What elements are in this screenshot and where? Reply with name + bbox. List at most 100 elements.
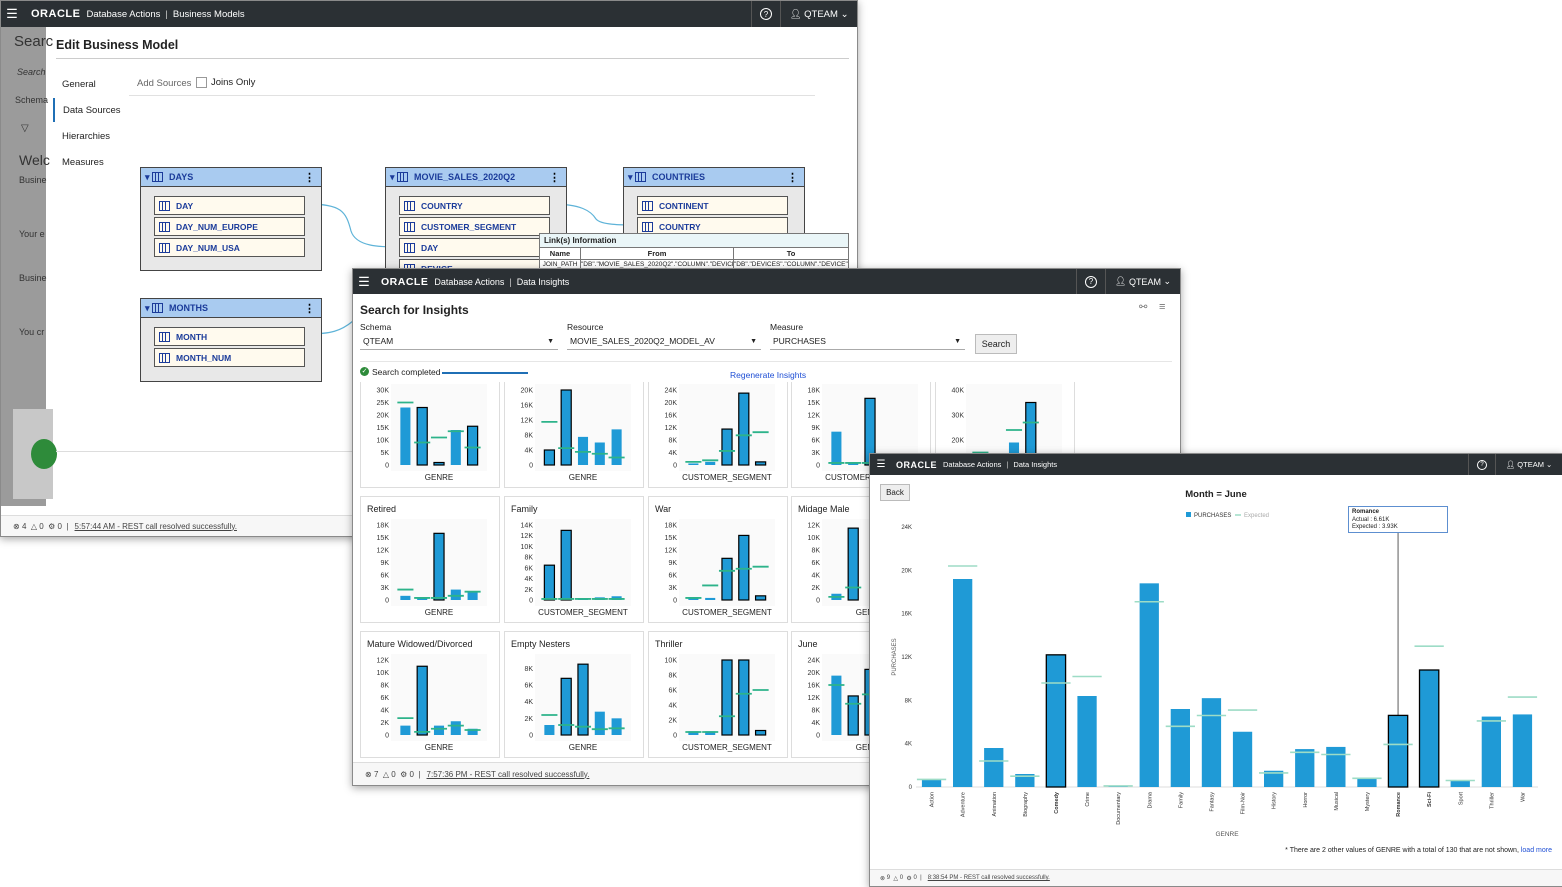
collapse-icon[interactable]: ▾ bbox=[628, 172, 633, 183]
bar[interactable] bbox=[705, 461, 716, 465]
help-button[interactable]: ? bbox=[1468, 454, 1495, 475]
bar[interactable] bbox=[738, 659, 750, 736]
collapse-icon[interactable]: ▾ bbox=[145, 172, 150, 183]
search-button[interactable]: Search bbox=[975, 334, 1017, 354]
bar[interactable] bbox=[416, 406, 428, 466]
bar[interactable] bbox=[400, 725, 411, 735]
bar[interactable] bbox=[984, 748, 1004, 787]
bar[interactable] bbox=[611, 718, 622, 735]
bar[interactable] bbox=[543, 564, 556, 601]
gear-icon[interactable]: ⚙ bbox=[400, 770, 407, 779]
bar[interactable] bbox=[721, 557, 733, 601]
insight-card[interactable]: Thriller 0 2K 4K 6K 8K 10K CUSTOMER_SEGMENT bbox=[648, 631, 788, 758]
bar[interactable] bbox=[847, 695, 859, 736]
collapse-icon[interactable]: ▾ bbox=[145, 303, 150, 314]
insight-card[interactable]: 0 4K 8K 12K 16K 20K 24K CUSTOMER_SEGMENT bbox=[648, 382, 788, 488]
measure-select[interactable]: PURCHASES ▼ bbox=[770, 333, 965, 350]
bar[interactable] bbox=[754, 595, 767, 601]
bar[interactable] bbox=[1387, 714, 1409, 788]
help-button[interactable]: ? bbox=[1076, 269, 1105, 294]
bar[interactable] bbox=[1357, 778, 1377, 787]
insight-card[interactable]: 0 5K 10K 15K 20K 25K 30K GENRE bbox=[360, 382, 500, 488]
bar[interactable] bbox=[738, 534, 750, 601]
bar[interactable] bbox=[754, 729, 767, 736]
status-message[interactable]: 5:57:44 AM - REST call resolved successf… bbox=[75, 522, 237, 531]
error-icon[interactable]: ⊗ bbox=[880, 875, 885, 882]
bar[interactable] bbox=[400, 595, 411, 600]
bar[interactable] bbox=[847, 527, 859, 601]
insight-card[interactable]: Mature Widowed/Divorced 0 2K 4K 6K 8K 10K 12K GE… bbox=[360, 631, 500, 758]
bar[interactable] bbox=[1450, 780, 1470, 788]
bar[interactable] bbox=[577, 663, 589, 736]
bar[interactable] bbox=[1295, 749, 1315, 787]
bar[interactable] bbox=[450, 589, 461, 600]
user-menu[interactable]: 👤︎ QTEAM ⌄ bbox=[1495, 454, 1562, 475]
more-options-icon[interactable]: ⋮ bbox=[304, 171, 315, 184]
bar[interactable] bbox=[831, 431, 842, 465]
more-options-icon[interactable]: ⋮ bbox=[787, 171, 798, 184]
gear-icon[interactable]: ⚙ bbox=[906, 875, 911, 882]
user-menu[interactable]: 👤︎ QTEAM ⌄ bbox=[1105, 269, 1180, 294]
resource-select[interactable]: MOVIE_SALES_2020Q2_MODEL_AV ▼ bbox=[567, 333, 761, 350]
bar[interactable] bbox=[560, 529, 572, 601]
column-day-num-europe[interactable]: DAY_NUM_EUROPE bbox=[154, 217, 305, 236]
bar[interactable] bbox=[467, 591, 478, 600]
bar[interactable] bbox=[705, 597, 716, 600]
column-month[interactable]: MONTH bbox=[154, 327, 305, 346]
bar[interactable] bbox=[544, 725, 555, 735]
status-message[interactable]: 7:57:36 PM - REST call resolved successf… bbox=[427, 770, 590, 779]
bar[interactable] bbox=[1481, 716, 1501, 787]
insight-card[interactable]: Family 0 2K 4K 6K 8K 10K 12K 14K CUSTOMER_SEGMENT bbox=[504, 496, 644, 623]
bar[interactable] bbox=[921, 779, 942, 787]
bar[interactable] bbox=[433, 461, 445, 466]
column-month-num[interactable]: MONTH_NUM bbox=[154, 348, 305, 367]
column-day[interactable]: DAY bbox=[154, 196, 305, 215]
bar[interactable] bbox=[560, 389, 572, 466]
hamburger-menu-icon[interactable]: ☰ bbox=[870, 459, 892, 470]
insight-card[interactable]: Retired 0 3K 6K 9K 12K 15K 18K GENRE bbox=[360, 496, 500, 623]
bar[interactable] bbox=[560, 677, 572, 736]
bar[interactable] bbox=[400, 407, 411, 466]
error-icon[interactable]: ⊗ bbox=[365, 770, 372, 779]
bar[interactable] bbox=[738, 392, 750, 466]
legend-label-purchases[interactable]: PURCHASES bbox=[1194, 513, 1231, 519]
column-day-num-usa[interactable]: DAY_NUM_USA bbox=[154, 238, 305, 257]
gear-icon[interactable]: ⚙ bbox=[48, 522, 55, 531]
column-customer-segment[interactable]: CUSTOMER_SEGMENT bbox=[399, 217, 550, 236]
collapse-icon[interactable]: ▾ bbox=[390, 172, 395, 183]
bar[interactable] bbox=[721, 659, 733, 736]
column-continent[interactable]: CONTINENT bbox=[637, 196, 788, 215]
bar[interactable] bbox=[433, 532, 445, 601]
insight-card[interactable]: Empty Nesters 0 2K 4K 6K 8K GENRE bbox=[504, 631, 644, 758]
bar[interactable] bbox=[1232, 731, 1253, 787]
warning-icon[interactable]: △ bbox=[383, 770, 389, 779]
bar[interactable] bbox=[433, 725, 445, 735]
warning-icon[interactable]: △ bbox=[31, 522, 37, 531]
schema-select[interactable]: QTEAM ▼ bbox=[360, 333, 558, 350]
bar[interactable] bbox=[611, 429, 622, 465]
bar[interactable] bbox=[688, 463, 699, 465]
bar[interactable] bbox=[1418, 669, 1440, 788]
bar[interactable] bbox=[1512, 714, 1533, 787]
more-options-icon[interactable]: ⋮ bbox=[549, 171, 560, 184]
node-days[interactable]: ▾ DAYS ⋮ DAY DAY_NUM_EUROPE DAY_NUM_USA bbox=[140, 167, 322, 271]
bar[interactable] bbox=[416, 665, 428, 736]
legend-label-expected[interactable]: Expected bbox=[1244, 513, 1269, 519]
bar[interactable] bbox=[1170, 709, 1190, 787]
bar[interactable] bbox=[450, 430, 461, 465]
more-options-icon[interactable]: ⋮ bbox=[304, 302, 315, 315]
regenerate-insights-link[interactable]: Regenerate Insights bbox=[730, 370, 806, 380]
bar[interactable] bbox=[953, 579, 973, 787]
node-months[interactable]: ▾ MONTHS ⋮ MONTH MONTH_NUM bbox=[140, 298, 322, 382]
bar[interactable] bbox=[1077, 696, 1097, 787]
bar[interactable] bbox=[1045, 654, 1067, 788]
insight-card[interactable]: 0 4K 8K 12K 16K 20K GENRE bbox=[504, 382, 644, 488]
bar[interactable] bbox=[1201, 698, 1222, 787]
column-day[interactable]: DAY bbox=[399, 238, 550, 257]
bar[interactable] bbox=[594, 711, 605, 735]
binoculars-icon[interactable]: ⚯ bbox=[1139, 302, 1147, 313]
hamburger-menu-icon[interactable]: ☰ bbox=[353, 274, 375, 290]
insight-card[interactable]: War 0 3K 6K 9K 12K 15K 18K CUSTOMER_SEGMENT bbox=[648, 496, 788, 623]
column-country[interactable]: COUNTRY bbox=[399, 196, 550, 215]
error-icon[interactable]: ⊗ bbox=[13, 522, 20, 531]
